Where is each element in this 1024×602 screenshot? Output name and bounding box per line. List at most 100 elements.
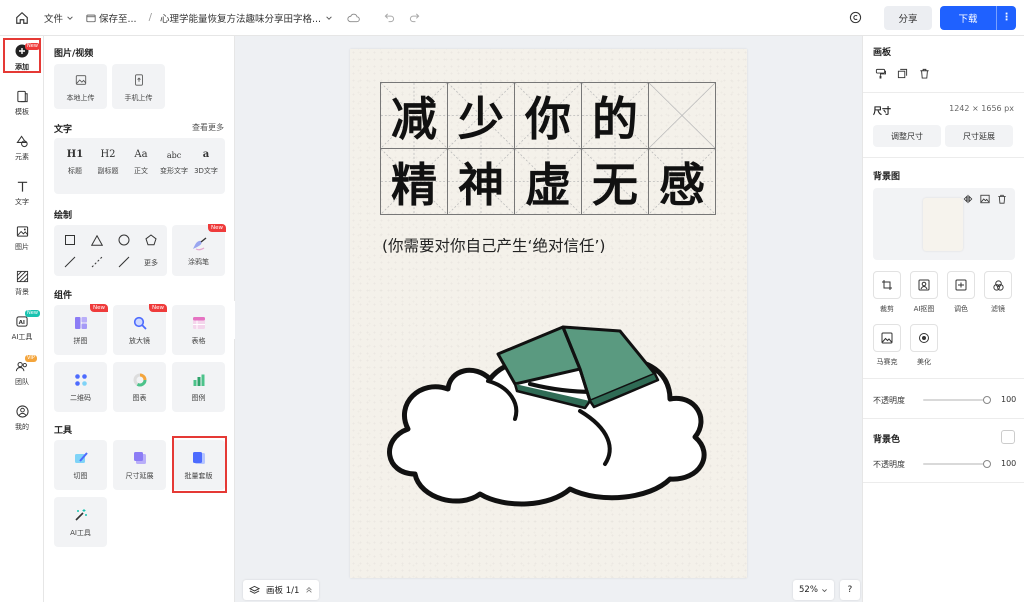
pentagon-icon: [145, 234, 157, 246]
line-shape-button[interactable]: [62, 254, 78, 270]
grid-cell[interactable]: 精: [380, 148, 448, 215]
grid-cell[interactable]: 虚: [514, 148, 582, 215]
rail-item-team[interactable]: 团队 VIP: [0, 355, 44, 387]
brush-icon: [192, 236, 206, 250]
title-dropdown[interactable]: [325, 14, 333, 22]
chevron-down-icon: [822, 588, 827, 592]
triangle-icon: [91, 234, 103, 246]
rail-item-add[interactable]: 添加 New: [0, 43, 44, 72]
arrow-line-shape-button[interactable]: [116, 254, 132, 270]
triangle-shape-button[interactable]: [89, 232, 105, 248]
mosaic-button[interactable]: [873, 324, 901, 352]
opacity-value: 100: [1001, 395, 1017, 404]
rail-item-text[interactable]: 文字: [0, 178, 44, 207]
grid-cell[interactable]: 的: [581, 82, 649, 149]
poster-subtitle[interactable]: (你需要对你自己产生‘绝对信任’): [382, 234, 605, 256]
poster-artboard[interactable]: 减 少 你 的 精 神 虚 无 感 (你需要对你自己产生‘绝对信任’): [350, 49, 747, 578]
document-title[interactable]: 心理学能量恢复方法趣味分享田字格...: [160, 11, 321, 25]
crop-button[interactable]: [873, 271, 901, 299]
text-option-3d[interactable]: a 3D文字: [191, 138, 221, 176]
bg-image-preview[interactable]: [873, 188, 1015, 260]
undo-button[interactable]: [384, 12, 395, 23]
replace-bg-button[interactable]: [980, 194, 990, 207]
zoom-select[interactable]: 52%: [793, 580, 834, 600]
adjust-size-button[interactable]: 调整尺寸: [873, 125, 941, 147]
chevron-up-icon: [306, 587, 313, 593]
page-indicator[interactable]: 画板 1/1: [243, 580, 320, 600]
redo-button[interactable]: [409, 12, 420, 23]
brush-button[interactable]: 涂鸦笔 New: [172, 224, 226, 276]
pentagon-shape-button[interactable]: [143, 232, 159, 248]
opacity-slider-knob[interactable]: [983, 396, 991, 404]
tool-size-extend[interactable]: 尺寸延展: [113, 440, 166, 490]
component-legend[interactable]: 图例: [172, 362, 225, 412]
cloud-book-illustration[interactable]: [380, 309, 720, 514]
format-painter-button[interactable]: [875, 68, 886, 82]
bg-opacity-slider-knob[interactable]: [983, 460, 991, 468]
grid-cell[interactable]: 无: [581, 148, 649, 215]
component-chart[interactable]: 图表: [113, 362, 166, 412]
rail-label: 模板: [15, 108, 29, 116]
text-option-subheading[interactable]: H2 副标题: [93, 138, 123, 176]
bg-color-swatch[interactable]: [1001, 430, 1015, 444]
tool-ai[interactable]: AI工具: [54, 497, 107, 547]
bg-image-title: 背景图: [873, 172, 901, 182]
tile-label: 放大镜: [129, 337, 150, 345]
tool-label: 美化: [917, 358, 931, 366]
rectangle-shape-button[interactable]: [62, 232, 78, 248]
extend-size-button[interactable]: 尺寸延展: [945, 125, 1013, 147]
grid-cell[interactable]: [648, 82, 716, 149]
text-see-more-link[interactable]: 查看更多: [192, 122, 224, 133]
text-option-heading[interactable]: H1 标题: [60, 138, 90, 176]
divider: [863, 157, 1024, 158]
ai-cutout-button[interactable]: [910, 271, 938, 299]
share-button[interactable]: 分享: [884, 5, 932, 30]
rail-item-image[interactable]: 图片: [0, 223, 44, 252]
rail-item-elements[interactable]: 元素: [0, 133, 44, 162]
delete-button[interactable]: [919, 68, 930, 82]
phone-upload-button[interactable]: 手机上传: [112, 64, 165, 109]
component-table[interactable]: 表格: [172, 305, 225, 355]
component-qrcode[interactable]: 二维码: [54, 362, 107, 412]
delete-bg-button[interactable]: [997, 194, 1007, 207]
text-option-warp[interactable]: abc 变形文字: [159, 138, 189, 176]
bg-opacity-slider[interactable]: [923, 460, 991, 468]
grid-cell[interactable]: 神: [447, 148, 515, 215]
circle-shape-button[interactable]: [116, 232, 132, 248]
duplicate-button[interactable]: [897, 68, 908, 82]
component-magnifier[interactable]: 放大镜 New: [113, 304, 167, 355]
file-menu[interactable]: 文件: [44, 11, 74, 25]
text-option-body[interactable]: Aa 正文: [126, 138, 156, 176]
adjust-color-button[interactable]: [947, 271, 975, 299]
help-button[interactable]: ?: [839, 580, 860, 600]
rail-item-mine[interactable]: 我的: [0, 403, 44, 432]
home-button[interactable]: [0, 11, 44, 25]
tile-label: 二维码: [70, 394, 91, 402]
left-rail: 添加 New 模板 元素 文字 图片 背景 AI AI工具 New 团队 VIP…: [0, 36, 44, 602]
rail-item-template[interactable]: 模板: [0, 88, 44, 117]
rail-item-ai-tools[interactable]: AI AI工具 New: [0, 310, 44, 342]
download-more-icon[interactable]: ⋮: [996, 5, 1016, 30]
dashed-line-shape-button[interactable]: [89, 254, 105, 270]
local-upload-button[interactable]: 本地上传: [54, 64, 107, 109]
circle-icon: [118, 234, 130, 246]
grid-cell[interactable]: 你: [514, 82, 582, 149]
grid-cell[interactable]: 感: [648, 148, 716, 215]
copyright-button[interactable]: [849, 11, 862, 24]
grid-cell[interactable]: 减: [380, 82, 448, 149]
tool-slice[interactable]: 切图: [54, 440, 107, 490]
flip-bg-button[interactable]: [963, 194, 973, 207]
rail-item-background[interactable]: 背景: [0, 268, 44, 297]
filter-button[interactable]: [984, 271, 1012, 299]
download-button[interactable]: 下载 ⋮: [940, 5, 1016, 30]
rail-label: 图片: [15, 243, 29, 251]
tool-label: 滤镜: [991, 305, 1005, 313]
draw-more-link[interactable]: 更多: [144, 258, 158, 268]
component-puzzle[interactable]: 拼图 New: [54, 304, 108, 355]
grid-cell[interactable]: 少: [447, 82, 515, 149]
save-status[interactable]: 保存至...: [86, 11, 137, 25]
tile-label: 图例: [191, 394, 206, 402]
opacity-slider[interactable]: [923, 396, 991, 404]
cloud-sync-button[interactable]: [347, 13, 360, 23]
beautify-button[interactable]: [910, 324, 938, 352]
